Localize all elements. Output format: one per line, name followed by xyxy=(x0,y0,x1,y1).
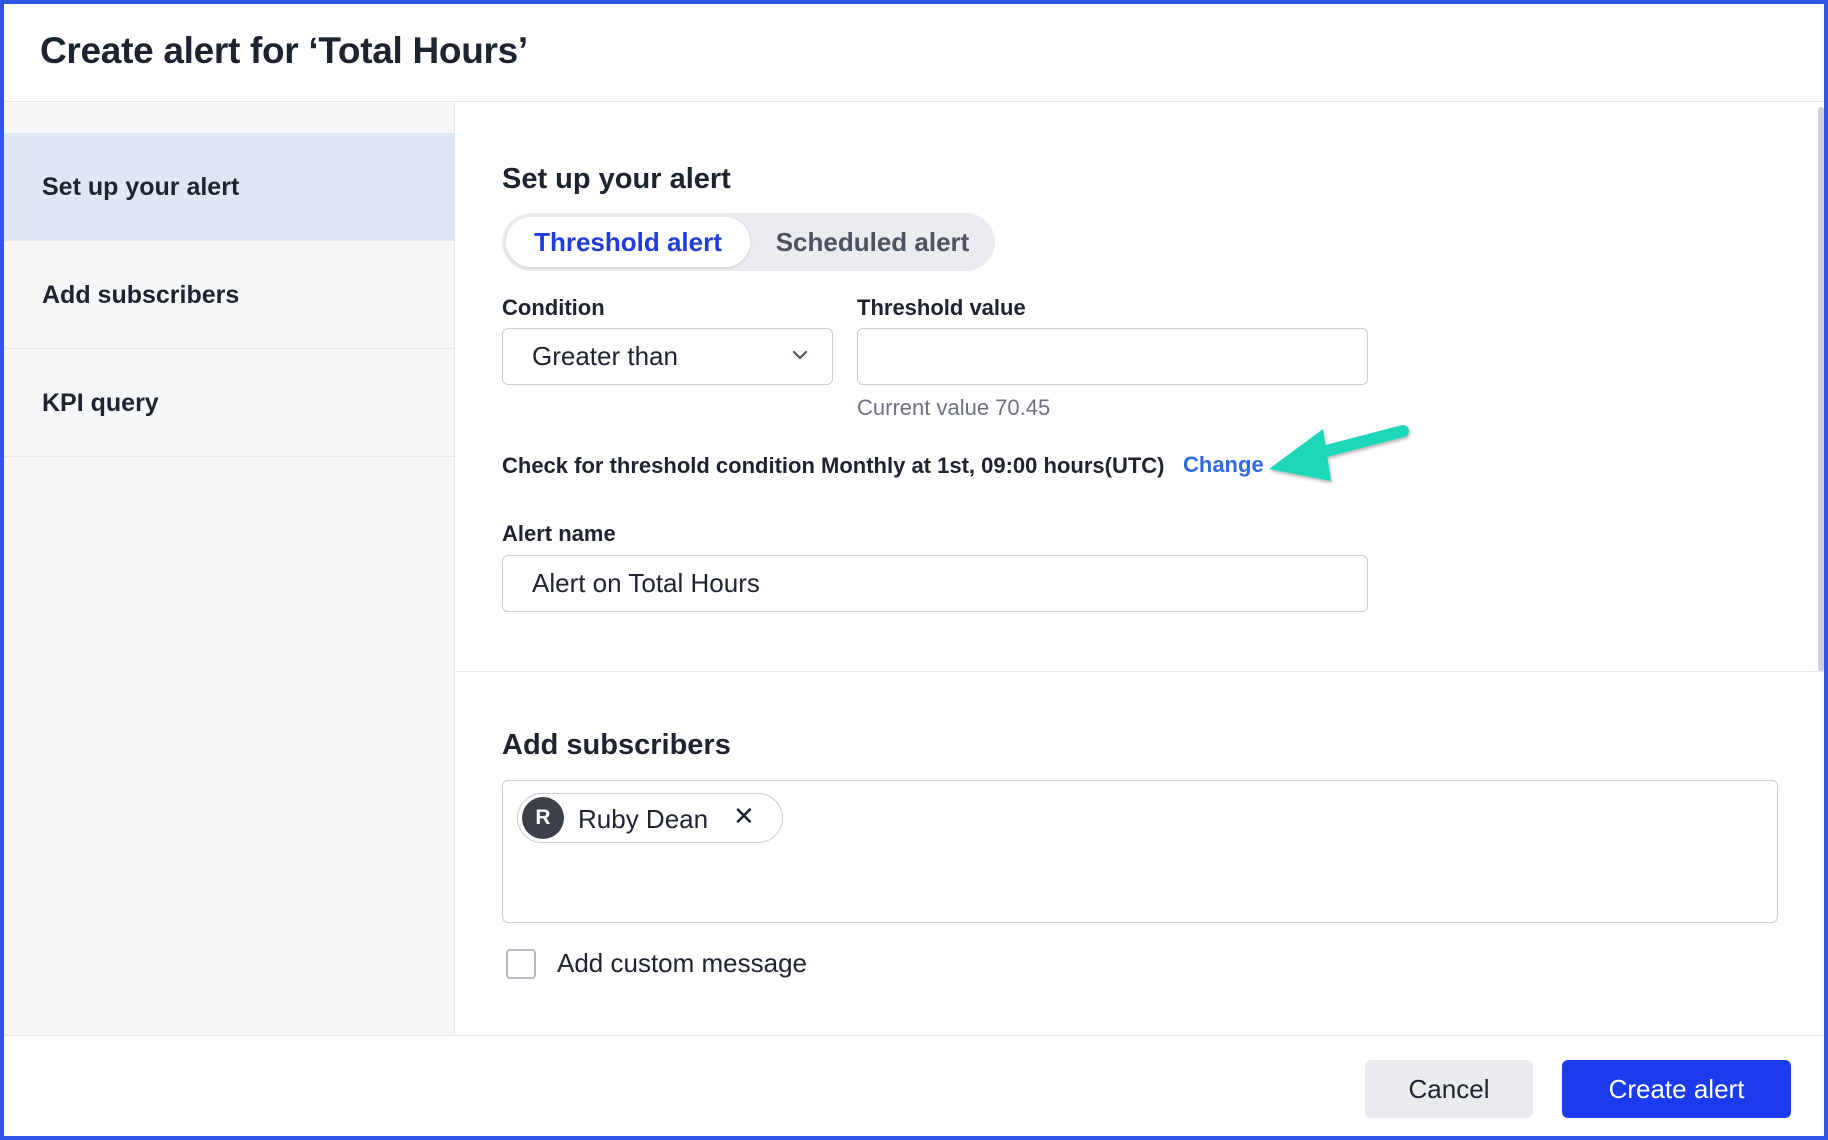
setup-section-title: Set up your alert xyxy=(502,163,731,195)
sidebar-item-kpi-query[interactable]: KPI query xyxy=(4,349,455,457)
threshold-label: Threshold value xyxy=(857,295,1026,320)
main-panel: Set up your alert Threshold alert Schedu… xyxy=(456,103,1824,1035)
change-schedule-link[interactable]: Change xyxy=(1183,452,1264,478)
sidebar-item-subscribers[interactable]: Add subscribers xyxy=(4,241,455,349)
custom-message-checkbox[interactable] xyxy=(506,949,536,979)
condition-select[interactable]: Greater than xyxy=(502,328,833,385)
annotation-arrow-icon xyxy=(1269,425,1409,481)
alert-type-toggle: Threshold alert Scheduled alert xyxy=(502,213,995,271)
dialog-title: Create alert for ‘Total Hours’ xyxy=(40,30,528,71)
dialog-header: Create alert for ‘Total Hours’ xyxy=(4,4,1824,102)
alert-dialog: Create alert for ‘Total Hours’ Set up yo… xyxy=(0,0,1828,1140)
threshold-input[interactable] xyxy=(857,328,1368,385)
avatar: R xyxy=(522,797,564,839)
condition-value: Greater than xyxy=(532,341,678,371)
scheduled-alert-tab[interactable]: Scheduled alert xyxy=(754,217,991,267)
custom-message-label: Add custom message xyxy=(557,948,808,978)
section-divider xyxy=(456,671,1824,672)
chevron-down-icon xyxy=(792,350,808,360)
cancel-button[interactable]: Cancel xyxy=(1365,1060,1533,1118)
alert-name-label: Alert name xyxy=(502,521,616,546)
scrollbar[interactable] xyxy=(1818,107,1824,672)
dialog-footer: Cancel Create alert xyxy=(4,1035,1824,1136)
alert-name-input[interactable]: Alert on Total Hours xyxy=(502,555,1368,612)
schedule-text: Check for threshold condition Monthly at… xyxy=(502,453,1165,478)
sidebar-item-setup[interactable]: Set up your alert xyxy=(4,133,455,241)
subscriber-name: Ruby Dean xyxy=(578,804,709,834)
sidebar: Set up your alert Add subscribers KPI qu… xyxy=(4,103,455,1035)
condition-label: Condition xyxy=(502,295,605,320)
subscribers-section-title: Add subscribers xyxy=(502,729,731,761)
current-value-hint: Current value 70.45 xyxy=(857,395,1051,420)
subscribers-input[interactable]: R Ruby Dean ✕ xyxy=(502,780,1778,923)
subscriber-chip: R Ruby Dean ✕ xyxy=(517,793,783,843)
threshold-alert-tab[interactable]: Threshold alert xyxy=(506,217,750,267)
create-alert-button[interactable]: Create alert xyxy=(1562,1060,1791,1118)
close-icon[interactable]: ✕ xyxy=(733,801,755,832)
